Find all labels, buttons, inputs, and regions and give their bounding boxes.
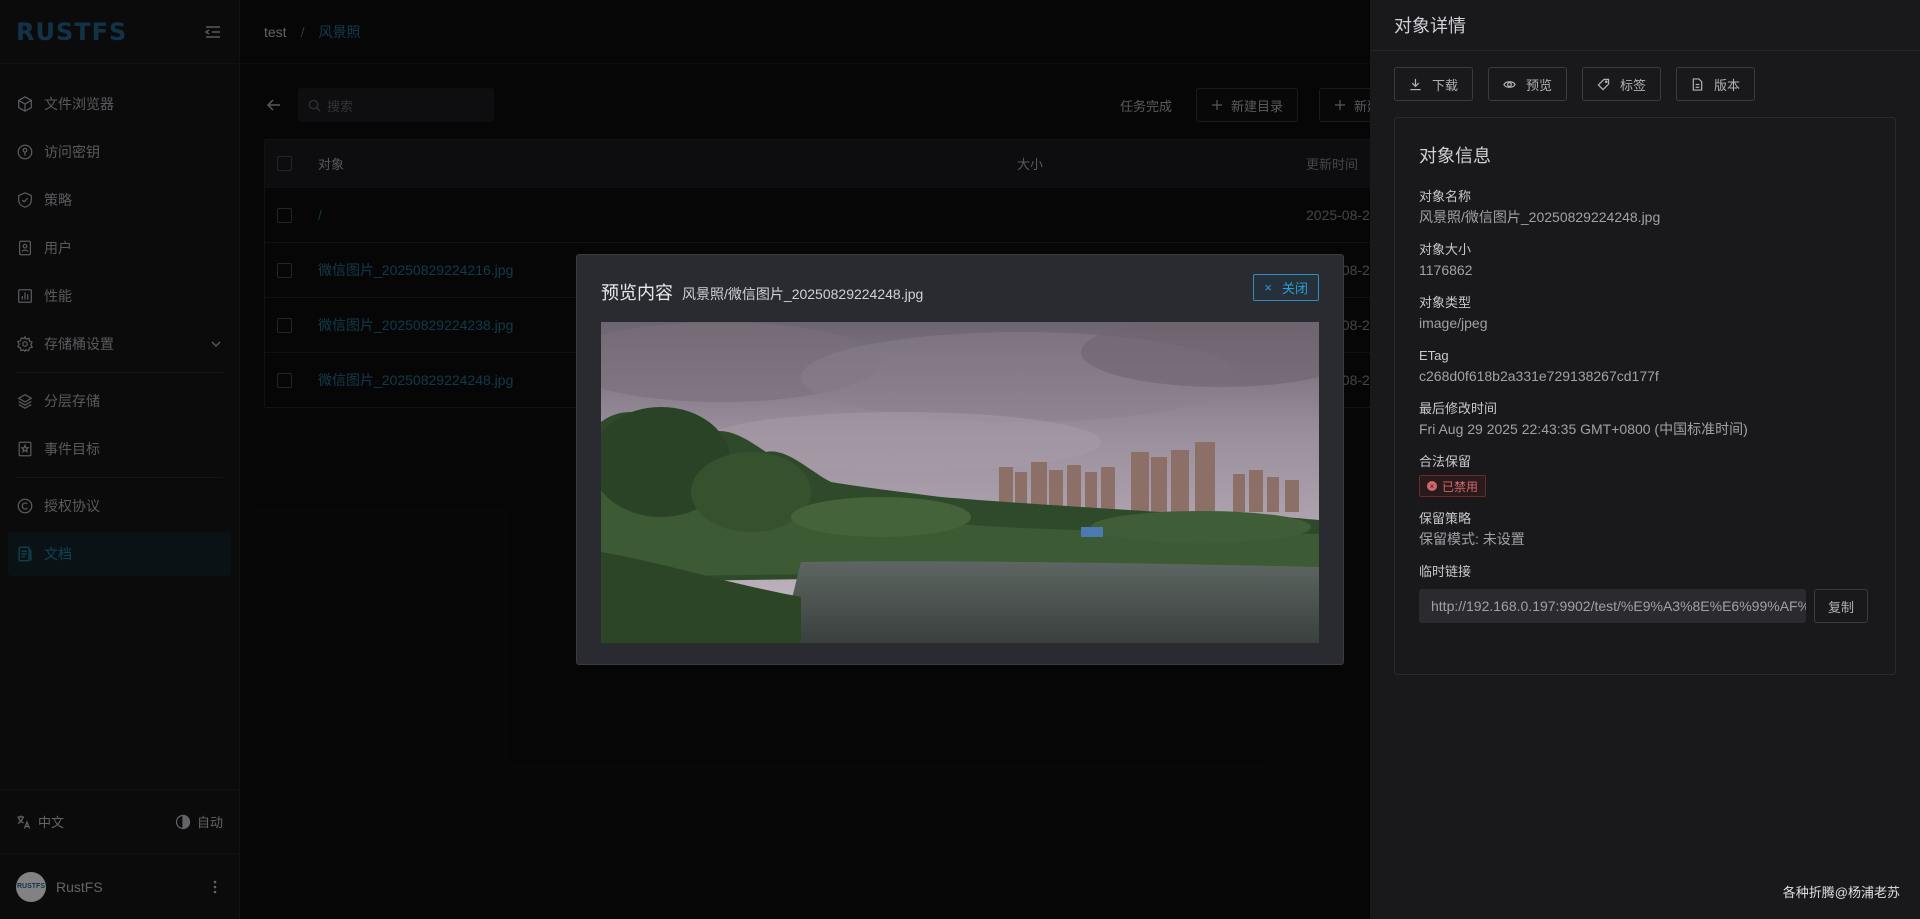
- preview-modal: 预览内容 风景照/微信图片_20250829224248.jpg × 关闭: [576, 254, 1344, 665]
- temp-link-input[interactable]: http://192.168.0.197:9902/test/%E9%A3%8E…: [1419, 589, 1806, 623]
- card-title: 对象信息: [1419, 146, 1491, 166]
- tags-button[interactable]: 标签: [1582, 67, 1662, 101]
- versions-button[interactable]: 版本: [1676, 67, 1756, 101]
- modal-title-text: 预览内容: [601, 283, 673, 303]
- tag-icon: [1597, 78, 1610, 90]
- preview-image: [601, 322, 1319, 643]
- field-mtime: 最后修改时间 Fri Aug 29 2025 22:43:35 GMT+0800…: [1419, 400, 1871, 440]
- field-value: 风景照/微信图片_20250829224248.jpg: [1419, 209, 1661, 225]
- detail-title: 对象详情: [1370, 0, 1920, 51]
- status-badge: × 已禁用: [1419, 475, 1487, 497]
- modal-title: 预览内容 风景照/微信图片_20250829224248.jpg: [601, 279, 923, 305]
- field-legal-hold: 合法保留 × 已禁用: [1419, 453, 1871, 497]
- download-icon: [1410, 78, 1421, 90]
- field-name: 对象名称 风景照/微信图片_20250829224248.jpg: [1419, 188, 1871, 228]
- field-retention: 保留策略 保留模式: 未设置: [1419, 510, 1871, 550]
- preview-button[interactable]: 预览: [1488, 67, 1568, 101]
- field-value: Fri Aug 29 2025 22:43:35 GMT+0800 (中国标准时…: [1419, 421, 1748, 437]
- field-value: 1176862: [1419, 262, 1473, 278]
- versions-label: 版本: [1714, 77, 1741, 93]
- close-button[interactable]: × 关闭: [1253, 274, 1319, 301]
- close-icon: ×: [1264, 280, 1272, 295]
- field-value: 保留模式: 未设置: [1419, 531, 1525, 547]
- close-label: 关闭: [1281, 281, 1308, 296]
- field-size: 对象大小 1176862: [1419, 241, 1871, 281]
- copy-button[interactable]: 复制: [1814, 589, 1869, 623]
- detail-actions: 下载 预览 标签 版本: [1394, 67, 1770, 101]
- object-detail-panel: 对象详情 下载 预览 标签 版本 对象信息 对象名称 风景照/微信图片_2025…: [1370, 0, 1920, 919]
- file-icon: [1692, 77, 1703, 91]
- badge-label: 已禁用: [1442, 479, 1479, 494]
- field-label: 临时链接: [1419, 564, 1472, 579]
- field-label: ETag: [1419, 348, 1449, 363]
- field-label: 对象名称: [1419, 189, 1472, 204]
- field-label: 对象大小: [1419, 242, 1472, 257]
- preview-label: 预览: [1526, 77, 1553, 93]
- tags-label: 标签: [1620, 77, 1647, 93]
- download-button[interactable]: 下载: [1394, 67, 1474, 101]
- close-circle-icon: ×: [1427, 481, 1437, 491]
- landscape-photo: [601, 322, 1319, 643]
- field-label: 合法保留: [1419, 454, 1472, 469]
- field-label: 保留策略: [1419, 511, 1472, 526]
- field-label: 对象类型: [1419, 295, 1472, 310]
- field-type: 对象类型 image/jpeg: [1419, 294, 1871, 334]
- watermark: 各种折腾@杨浦老苏: [1782, 885, 1900, 900]
- field-etag: ETag c268d0f618b2a331e729138267cd177f: [1419, 347, 1871, 387]
- object-info-card: 对象信息 对象名称 风景照/微信图片_20250829224248.jpg 对象…: [1394, 117, 1896, 675]
- field-label: 最后修改时间: [1419, 401, 1498, 416]
- download-label: 下载: [1432, 77, 1459, 93]
- field-value: image/jpeg: [1419, 315, 1488, 331]
- eye-icon: [1503, 80, 1516, 88]
- modal-object-path: 风景照/微信图片_20250829224248.jpg: [682, 286, 924, 302]
- link-row: http://192.168.0.197:9902/test/%E9%A3%8E…: [1419, 589, 1871, 623]
- field-value: c268d0f618b2a331e729138267cd177f: [1419, 368, 1659, 384]
- field-temp-link: 临时链接 http://192.168.0.197:9902/test/%E9%…: [1419, 563, 1871, 623]
